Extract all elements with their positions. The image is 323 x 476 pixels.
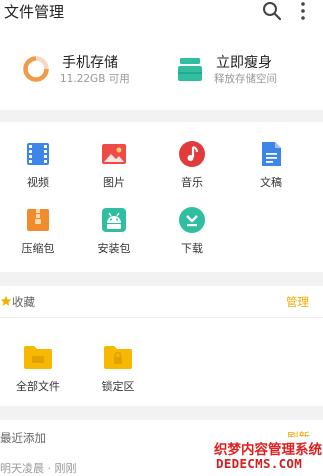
storage-section: 手机存储 11.22GB 可用 立即瘦身 释放存储空间 (0, 40, 323, 102)
android-icon (102, 208, 126, 232)
category-label: 安装包 (97, 242, 131, 255)
category-label: 下载 (181, 242, 203, 255)
favorite-label: 全部文件 (16, 380, 60, 393)
star-icon (0, 295, 12, 306)
category-document[interactable]: 文稿 (243, 122, 299, 189)
music-icon (179, 141, 205, 167)
clean-up-card[interactable]: 立即瘦身 释放存储空间 (176, 52, 316, 92)
section-divider (0, 272, 323, 286)
app-header: 文件管理 (0, 0, 323, 24)
favorite-label: 锁定区 (101, 380, 135, 393)
page-title: 文件管理 (4, 3, 65, 21)
category-video[interactable]: 视频 (10, 122, 66, 189)
clean-up-subtitle: 释放存储空间 (214, 73, 277, 85)
watermark: 织梦内容管理系统 DEDECMS.COM (206, 437, 323, 476)
image-icon (102, 144, 126, 164)
phone-storage-title: 手机存储 (62, 55, 118, 71)
document-icon (262, 142, 281, 166)
watermark-line-1: 织梦内容管理系统 (214, 442, 322, 458)
favorite-locked[interactable]: 锁定区 (83, 344, 147, 400)
search-icon[interactable] (262, 1, 282, 21)
more-icon[interactable] (297, 0, 309, 22)
favorite-all-files[interactable]: 全部文件 (3, 344, 67, 400)
category-image[interactable]: 图片 (86, 122, 142, 189)
watermark-line-2: DEDECMS.COM (216, 456, 303, 471)
category-apk[interactable]: 安装包 (86, 188, 142, 255)
video-icon (27, 143, 49, 165)
folder-icon (24, 346, 52, 369)
phone-storage-card[interactable]: 手机存储 11.22GB 可用 (22, 52, 162, 92)
favorites-header: 收藏 管理 (0, 288, 323, 318)
section-divider (0, 406, 323, 420)
category-label: 文稿 (260, 176, 282, 189)
category-archive[interactable]: 压缩包 (10, 188, 66, 255)
category-grid: 视频 图片 音乐 文稿 压缩包 安装包 下载 (0, 122, 323, 272)
phone-storage-free: 11.22GB 可用 (60, 73, 130, 85)
manage-button[interactable]: 管理 (286, 294, 309, 310)
clean-up-icon (178, 58, 202, 81)
archive-icon (27, 209, 49, 231)
section-divider (0, 110, 323, 122)
category-download[interactable]: 下载 (164, 188, 220, 255)
locked-folder-icon (104, 346, 132, 369)
favorites-title: 收藏 (12, 295, 35, 309)
category-music[interactable]: 音乐 (164, 122, 220, 189)
storage-ring-icon (23, 56, 49, 82)
download-icon (179, 207, 205, 233)
recent-item-meta: 明天凌晨 · 刚刚 (0, 462, 77, 475)
recent-title: 最近添加 (0, 431, 46, 445)
clean-up-title: 立即瘦身 (216, 55, 272, 71)
category-label: 压缩包 (21, 242, 55, 255)
